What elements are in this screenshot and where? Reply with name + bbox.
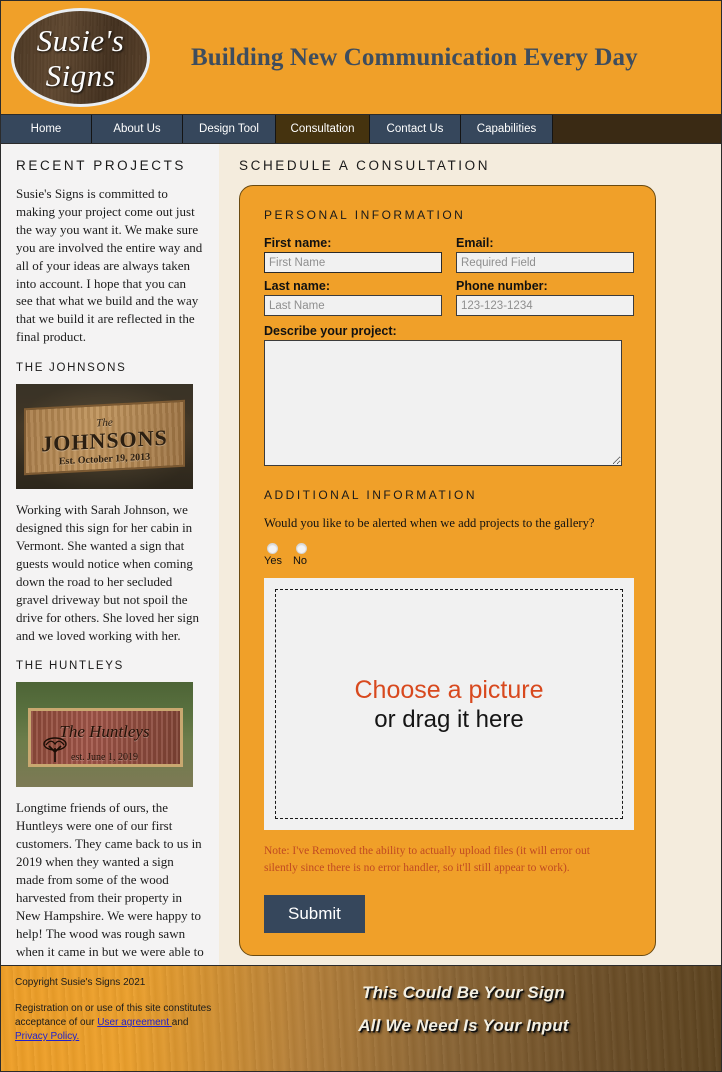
dropzone-drag-label: or drag it here	[374, 705, 524, 733]
huntleys-sign-est: est. June 1, 2019	[71, 752, 138, 764]
page-root: Susie's Signs Building New Communication…	[0, 0, 722, 1072]
header-tagline: Building New Communication Every Day	[191, 43, 638, 71]
project-title-johnsons: THE JOHNSONS	[16, 362, 127, 375]
site-logo[interactable]: Susie's Signs	[8, 5, 153, 110]
email-label: Email:	[456, 236, 494, 250]
gallery-alert-question: Would you like to be alerted when we add…	[264, 516, 595, 530]
last-name-group: Last name:	[264, 279, 442, 322]
radio-no-label: No	[292, 555, 308, 567]
sidebar-intro-text: Susie's Signs is committed to making you…	[16, 186, 203, 345]
site-header: Susie's Signs Building New Communication…	[1, 1, 721, 114]
logo-line-1: Susie's	[36, 22, 125, 58]
dropzone-choose-label: Choose a picture	[354, 675, 544, 704]
site-footer: Copyright Susie's Signs 2021 Registratio…	[1, 965, 721, 1071]
logo-ellipse: Susie's Signs	[11, 8, 150, 107]
first-name-input[interactable]	[264, 252, 442, 273]
registration-text: Registration on or use of this site cons…	[15, 1002, 215, 1044]
registration-mid: and	[171, 1017, 189, 1028]
phone-group: Phone number:	[456, 279, 634, 322]
copyright-text: Copyright Susie's Signs 2021	[15, 977, 146, 988]
radio-yes-label: Yes	[264, 555, 282, 567]
gallery-alert-radio-labels: Yes No	[264, 555, 633, 567]
privacy-policy-link[interactable]: Privacy Policy.	[15, 1031, 79, 1042]
huntleys-sign-name: The Huntleys	[59, 722, 150, 742]
nav-item-capabilities[interactable]: Capabilities	[461, 115, 553, 143]
first-name-group: First name:	[264, 236, 442, 279]
main-navigation: Home About Us Design Tool Consultation Conta…	[1, 114, 721, 144]
email-group: Email:	[456, 236, 634, 279]
main-heading: SCHEDULE A CONSULTATION	[239, 158, 491, 173]
project-description-label: Describe your project:	[264, 324, 397, 338]
additional-information-heading: ADDITIONAL INFORMATION	[264, 488, 478, 502]
upload-disabled-note: Note: I've Removed the ability to actual…	[264, 845, 590, 874]
nav-item-consultation[interactable]: Consultation	[276, 115, 370, 143]
content-area: RECENT PROJECTS Susie's Signs is committ…	[1, 144, 721, 1035]
nav-item-home[interactable]: Home	[1, 115, 92, 143]
footer-slogan-block: This Could Be Your Sign All We Need Is Y…	[261, 966, 721, 1049]
footer-legal: Copyright Susie's Signs 2021 Registratio…	[1, 966, 261, 1044]
user-agreement-link[interactable]: User agreement	[97, 1017, 171, 1028]
sidebar-heading: RECENT PROJECTS	[16, 158, 187, 173]
project-text-johnsons: Working with Sarah Johnson, we designed …	[16, 502, 200, 643]
personal-information-heading: PERSONAL INFORMATION	[264, 208, 466, 222]
submit-button[interactable]: Submit	[264, 895, 365, 933]
main-column: SCHEDULE A CONSULTATION PERSONAL INFORMA…	[219, 144, 721, 956]
email-input[interactable]	[456, 252, 634, 273]
radio-yes[interactable]	[267, 543, 278, 554]
slogan-line-2: All We Need Is Your Input	[358, 1016, 569, 1035]
nav-item-contact-us[interactable]: Contact Us	[370, 115, 461, 143]
project-title-huntleys: THE HUNTLEYS	[16, 660, 124, 673]
last-name-input[interactable]	[264, 295, 442, 316]
nav-item-about-us[interactable]: About Us	[92, 115, 183, 143]
logo-line-2: Signs	[45, 57, 116, 93]
image-dropzone[interactable]: Choose a picture or drag it here	[264, 578, 634, 830]
project-image-huntleys: The Huntleys est. June 1, 2019	[16, 682, 193, 788]
first-name-label: First name:	[264, 236, 332, 250]
slogan-line-1: This Could Be Your Sign	[362, 983, 565, 1002]
project-description-textarea[interactable]	[264, 340, 622, 466]
consultation-form: PERSONAL INFORMATION First name: Email: …	[239, 185, 656, 956]
phone-input[interactable]	[456, 295, 634, 316]
phone-label: Phone number:	[456, 279, 548, 293]
gallery-alert-radio-group	[264, 543, 633, 554]
nav-item-design-tool[interactable]: Design Tool	[183, 115, 276, 143]
radio-no[interactable]	[296, 543, 307, 554]
project-image-johnsons: The JOHNSONS Est. October 19, 2013	[16, 384, 193, 490]
last-name-label: Last name:	[264, 279, 330, 293]
personal-fields-grid: First name: Email: Last name: Phone numb…	[264, 236, 634, 322]
recent-projects-sidebar: RECENT PROJECTS Susie's Signs is committ…	[1, 144, 219, 1035]
